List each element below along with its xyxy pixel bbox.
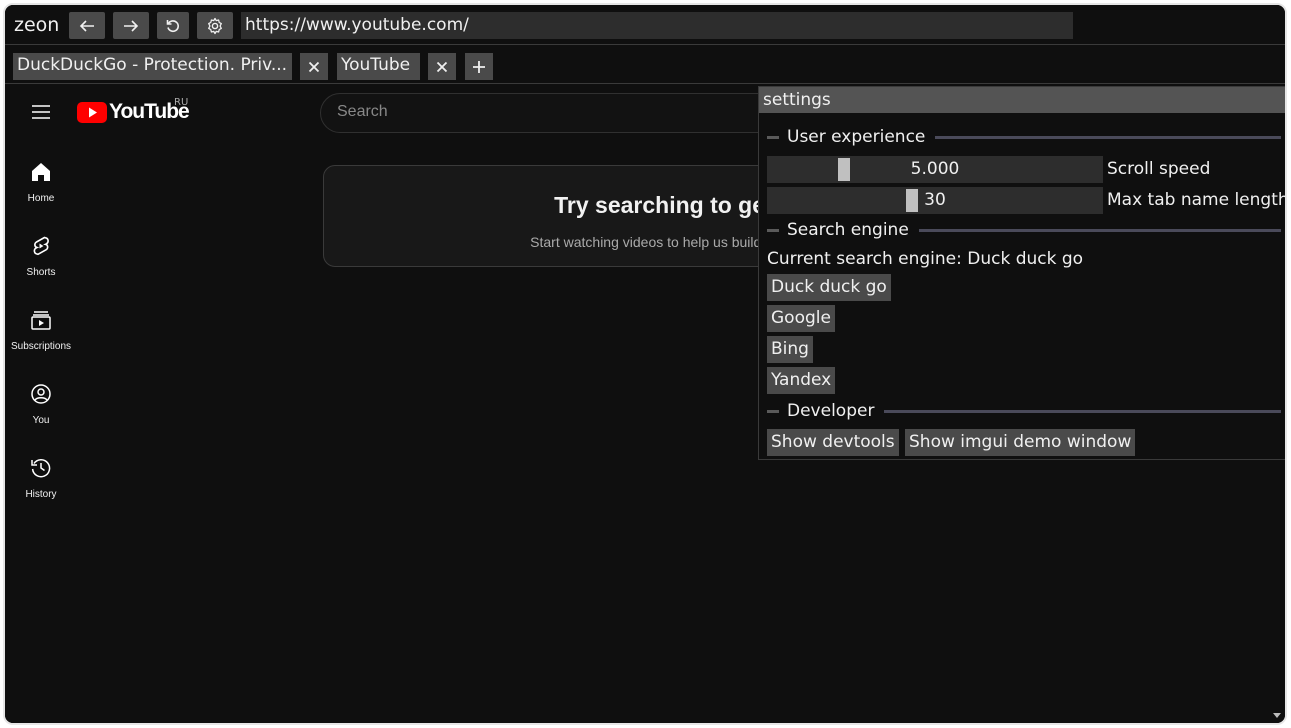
scroll-speed-row: 5.000 Scroll speed [767, 156, 1281, 183]
slider-value: 5.000 [910, 159, 960, 179]
sidebar-item-you[interactable]: You [5, 379, 77, 453]
sidebar-item-home[interactable]: Home [5, 157, 77, 231]
arrow-right-icon [124, 19, 139, 32]
section-developer: Developer [767, 401, 1281, 421]
browser-window: zeon https://www.youtube.com/ DuckDuckGo… [3, 3, 1287, 725]
new-tab-button[interactable] [465, 53, 493, 80]
user-icon [31, 384, 51, 404]
slider-value: 30 [924, 190, 946, 210]
engine-yandex-button[interactable]: Yandex [767, 367, 836, 394]
reload-button[interactable] [157, 12, 189, 39]
tab-bar: DuckDuckGo - Protection. Priv... YouTube [5, 46, 1285, 84]
section-heading: User experience [787, 127, 926, 147]
youtube-play-icon [77, 101, 107, 123]
tab-youtube[interactable]: YouTube [337, 53, 420, 80]
url-input[interactable]: https://www.youtube.com/ [241, 12, 1073, 39]
settings-title[interactable]: settings [759, 87, 1285, 113]
section-search-engine: Search engine [767, 220, 1281, 240]
engine-bing-button[interactable]: Bing [767, 336, 813, 363]
forward-button[interactable] [113, 12, 149, 39]
section-heading: Developer [787, 401, 875, 421]
engine-duckduckgo-button[interactable]: Duck duck go [767, 274, 891, 301]
max-tab-length-slider[interactable]: 30 [767, 187, 1103, 214]
close-icon [436, 61, 448, 72]
show-imgui-demo-button[interactable]: Show imgui demo window [905, 429, 1136, 456]
close-icon [308, 61, 320, 72]
sidebar-item-label: History [25, 489, 57, 500]
sidebar-item-subscriptions[interactable]: Subscriptions [5, 305, 77, 379]
section-divider [767, 409, 779, 413]
section-divider [767, 135, 779, 139]
reload-icon [166, 19, 179, 32]
gear-icon [208, 17, 222, 34]
section-divider [884, 409, 1281, 413]
subscriptions-icon [31, 311, 51, 330]
shorts-icon [33, 236, 49, 256]
plus-icon [473, 60, 485, 73]
settings-button[interactable] [197, 12, 233, 39]
section-user-experience: User experience [767, 127, 1281, 147]
tab-duckduckgo[interactable]: DuckDuckGo - Protection. Priv... [13, 53, 292, 80]
region-code: RU [174, 97, 189, 108]
section-divider [767, 228, 779, 232]
tab-close-button[interactable] [428, 53, 456, 80]
resize-grip[interactable] [1273, 713, 1281, 718]
sidebar-item-history[interactable]: History [5, 453, 77, 527]
sidebar-item-label: Subscriptions [10, 341, 72, 352]
scroll-speed-slider[interactable]: 5.000 [767, 156, 1103, 183]
max-tab-length-row: 30 Max tab name length [767, 187, 1285, 214]
show-devtools-button[interactable]: Show devtools [767, 429, 899, 456]
arrow-left-icon [79, 19, 94, 32]
section-divider [935, 135, 1281, 139]
youtube-sidebar: Home Shorts Subscriptions You History [5, 157, 77, 527]
sidebar-item-shorts[interactable]: Shorts [5, 231, 77, 305]
section-heading: Search engine [787, 220, 909, 240]
home-icon [32, 163, 50, 181]
app-title: zeon [14, 14, 60, 36]
section-divider [918, 228, 1281, 232]
scroll-speed-label: Scroll speed [1107, 159, 1211, 179]
hamburger-icon [32, 105, 50, 119]
engine-google-button[interactable]: Google [767, 305, 835, 332]
sidebar-item-label: You [32, 415, 50, 426]
youtube-logo[interactable]: YouTube [77, 100, 190, 124]
toolbar: zeon https://www.youtube.com/ [5, 5, 1285, 45]
max-tab-length-label: Max tab name length [1107, 190, 1287, 210]
tab-close-button[interactable] [300, 53, 328, 80]
back-button[interactable] [69, 12, 105, 39]
menu-button[interactable] [31, 104, 51, 124]
sidebar-item-label: Home [27, 193, 55, 204]
current-search-engine: Current search engine: Duck duck go [767, 249, 1084, 269]
sidebar-item-label: Shorts [26, 267, 56, 278]
settings-panel: settings User experience 5.000 Scroll sp… [758, 86, 1285, 460]
history-icon [31, 459, 51, 478]
